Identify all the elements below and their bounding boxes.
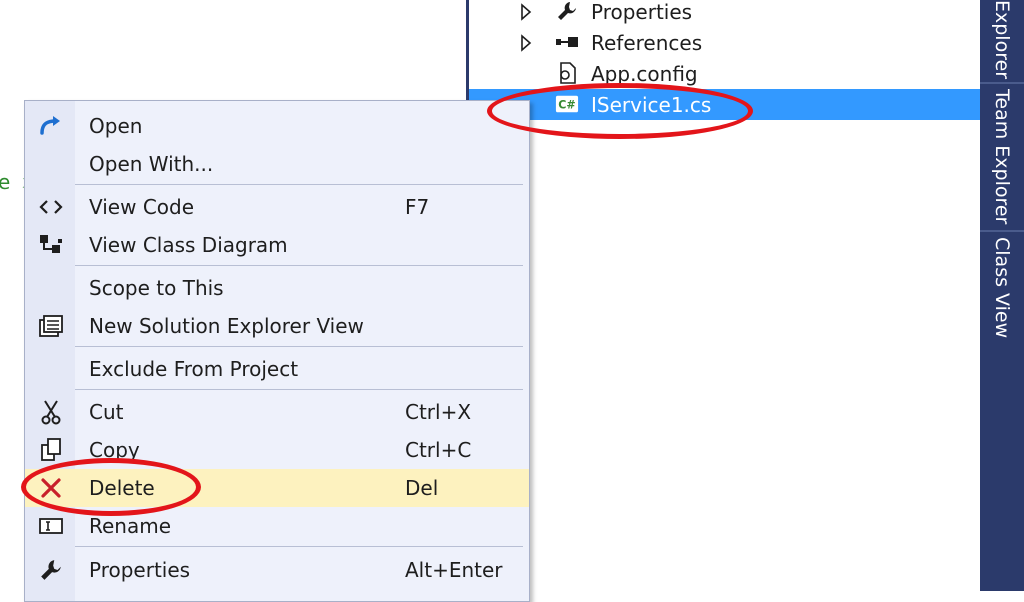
class-diagram-icon [37,231,65,259]
svg-text:C#: C# [558,99,575,112]
menu-item-delete[interactable]: Delete Del [25,469,529,507]
menu-item-view-code[interactable]: View Code F7 [25,188,529,226]
tree-item-label: IService1.cs [591,92,712,117]
copy-icon [37,436,65,464]
wrench-icon [555,0,579,23]
menu-item-shortcut: Ctrl+C [405,438,472,462]
tab-class-view[interactable]: Class View [980,230,1024,344]
context-menu: Open Open With... View Code F7 View Clas… [24,100,530,602]
menu-item-open-with[interactable]: Open With... [25,145,529,183]
expand-arrow-icon[interactable] [519,3,533,21]
menu-item-label: Scope to This [89,276,224,300]
menu-separator [75,389,523,390]
tree-item-label: App.config [591,61,698,86]
rename-icon [37,512,65,540]
menu-item-label: Open [89,114,143,138]
menu-item-label: Open With... [89,152,214,176]
tab-team-explorer[interactable]: Team Explorer [980,82,1024,230]
tab-label: Explorer [991,0,1013,80]
menu-item-copy[interactable]: Copy Ctrl+C [25,431,529,469]
csharp-file-icon: C# [555,92,579,116]
menu-separator [75,346,523,347]
menu-item-label: Properties [89,558,191,582]
menu-item-label: Copy [89,438,140,462]
delete-x-icon [37,474,65,502]
tool-window-tabs: Explorer Team Explorer Class View [980,0,1024,591]
menu-separator [75,546,523,547]
menu-item-label: View Class Diagram [89,233,288,257]
solution-explorer[interactable]: Properties References App.config C# ISer… [466,0,983,591]
menu-item-label: Delete [89,476,155,500]
tree-item-label: References [591,30,703,55]
tab-label: Class View [991,237,1013,339]
menu-item-shortcut: Ctrl+X [405,400,472,424]
wrench-icon [37,556,65,584]
tree-item-properties[interactable]: Properties [469,0,983,27]
config-file-icon [555,61,579,85]
menu-item-label: View Code [89,195,195,219]
open-arrow-icon [37,112,65,140]
expand-arrow-icon[interactable] [519,34,533,52]
menu-item-rename[interactable]: Rename [25,507,529,545]
menu-item-open[interactable]: Open [25,107,529,145]
menu-item-label: Exclude From Project [89,357,299,381]
references-icon [555,30,579,54]
tree-item-label: Properties [591,0,693,24]
menu-item-label: Rename [89,514,172,538]
menu-item-scope-to-this[interactable]: Scope to This [25,269,529,307]
editor-text: e [0,170,11,194]
menu-item-properties[interactable]: Properties Alt+Enter [25,551,529,589]
menu-separator [75,184,523,185]
menu-item-view-class-diagram[interactable]: View Class Diagram [25,226,529,264]
code-brackets-icon [37,193,65,221]
menu-item-label: Cut [89,400,124,424]
tab-label: Team Explorer [991,89,1013,225]
menu-item-shortcut: Del [405,476,439,500]
tree-item-app-config[interactable]: App.config [469,58,983,89]
menu-item-new-solution-explorer-view[interactable]: New Solution Explorer View [25,307,529,345]
tab-solution-explorer[interactable]: Explorer [980,0,1024,80]
menu-item-label: New Solution Explorer View [89,314,364,338]
menu-item-shortcut: Alt+Enter [405,558,503,582]
menu-item-shortcut: F7 [405,195,430,219]
tree-item-iservice1[interactable]: C# IService1.cs [469,89,983,120]
scissors-icon [37,398,65,426]
menu-item-cut[interactable]: Cut Ctrl+X [25,393,529,431]
menu-item-exclude-from-project[interactable]: Exclude From Project [25,350,529,388]
menu-separator [75,265,523,266]
new-view-icon [37,312,65,340]
tree-item-references[interactable]: References [469,27,983,58]
